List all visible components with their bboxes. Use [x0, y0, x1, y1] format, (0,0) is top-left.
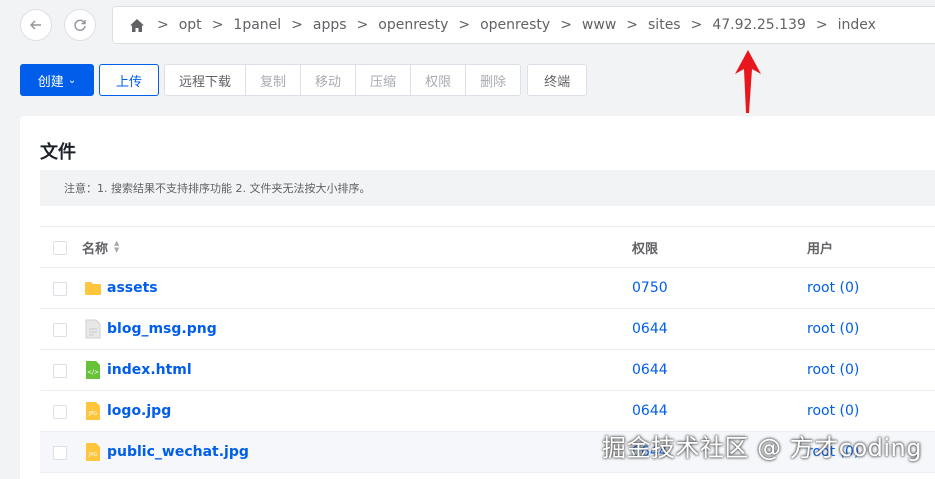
separator-icon: >: [458, 17, 471, 33]
svg-text:JPG: JPG: [88, 411, 97, 417]
breadcrumb-item-sites[interactable]: sites: [648, 17, 681, 33]
terminal-button[interactable]: 终端: [527, 64, 588, 96]
user-link[interactable]: root (0): [807, 391, 859, 431]
permission-link[interactable]: 0644: [632, 309, 668, 349]
home-icon[interactable]: [129, 18, 145, 33]
table-header: 名称 ▲ ▼ 权限 用户: [40, 226, 935, 268]
select-all-checkbox[interactable]: [53, 241, 67, 255]
permission-link[interactable]: 0644: [632, 391, 668, 431]
path-breadcrumb: > opt >1panel > apps > openresty > openresty…: [112, 6, 935, 44]
row-checkbox[interactable]: [53, 323, 67, 337]
sort-icon[interactable]: ▲ ▼: [114, 240, 119, 254]
row-checkbox[interactable]: [53, 282, 67, 296]
file-name-link[interactable]: blog_msg.png: [107, 321, 217, 337]
refresh-icon: [74, 19, 86, 31]
notice-banner: 注意：1. 搜索结果不支持排序功能 2. 文件夹无法按大小排序。: [40, 170, 935, 206]
create-button[interactable]: 创建 ⌄: [20, 64, 94, 96]
breadcrumb-item-opt[interactable]: opt: [179, 17, 202, 33]
file-name-link[interactable]: logo.jpg: [107, 403, 171, 419]
page-title: 文件: [40, 142, 76, 163]
separator-icon: >: [157, 17, 169, 33]
file-name-link[interactable]: assets: [107, 280, 158, 296]
jpg-file-icon: JPG: [84, 443, 102, 461]
jpg-file-icon: JPG: [84, 402, 102, 420]
separator-icon: >: [211, 17, 224, 33]
table-row[interactable]: </> index.html 0644 root (0): [40, 350, 935, 391]
image-file-icon: [84, 319, 102, 339]
chevron-down-icon: ⌄: [67, 74, 77, 86]
table-row[interactable]: assets 0750 root (0): [40, 268, 935, 309]
breadcrumb-item-index[interactable]: index: [838, 17, 876, 33]
back-button[interactable]: [20, 9, 52, 41]
permission-link[interactable]: 0750: [632, 268, 668, 308]
remote-download-button[interactable]: 远程下载: [164, 64, 247, 96]
html-file-icon: </>: [84, 361, 102, 379]
row-checkbox[interactable]: [53, 405, 67, 419]
breadcrumb-item-www[interactable]: www: [582, 17, 616, 33]
upload-button[interactable]: 上传: [99, 64, 159, 96]
refresh-button[interactable]: [64, 9, 96, 41]
column-user-header: 用户: [807, 241, 834, 257]
compress-button[interactable]: 压缩: [355, 64, 412, 96]
file-card: 文件 注意：1. 搜索结果不支持排序功能 2. 文件夹无法按大小排序。 名称 ▲…: [20, 116, 935, 479]
breadcrumb-item-ip[interactable]: 47.92.25.139: [712, 17, 806, 33]
table-row[interactable]: JPG logo.jpg 0644 root (0): [40, 391, 935, 432]
breadcrumb-item-openresty-2[interactable]: openresty: [480, 17, 550, 33]
file-name-link[interactable]: public_wechat.jpg: [107, 444, 249, 460]
watermark-text: 掘金技术社区 @ 方才coding: [602, 434, 922, 462]
separator-icon: >: [356, 17, 369, 33]
separator-icon: >: [690, 17, 703, 33]
annotation-arrow-icon: [735, 50, 761, 113]
svg-text:</>: </>: [87, 369, 99, 376]
separator-icon: >: [815, 17, 828, 33]
user-link[interactable]: root (0): [807, 268, 859, 308]
permission-button[interactable]: 权限: [410, 64, 467, 96]
separator-icon: >: [560, 17, 572, 33]
column-name-label: 名称: [82, 241, 109, 257]
permission-link[interactable]: 0644: [632, 350, 668, 390]
breadcrumb-item-apps[interactable]: apps: [313, 17, 347, 33]
delete-button[interactable]: 删除: [465, 64, 522, 96]
separator-icon: >: [291, 17, 303, 33]
table-row[interactable]: blog_msg.png 0644 root (0): [40, 309, 935, 350]
copy-button[interactable]: 复制: [245, 64, 302, 96]
move-button[interactable]: 移动: [300, 64, 357, 96]
separator-icon: >: [626, 17, 639, 33]
breadcrumb-item-openresty[interactable]: openresty: [378, 17, 448, 33]
svg-text:JPG: JPG: [88, 452, 97, 458]
user-link[interactable]: root (0): [807, 309, 859, 349]
folder-icon: [84, 279, 102, 297]
user-link[interactable]: root (0): [807, 350, 859, 390]
create-label: 创建: [37, 74, 64, 90]
breadcrumb-item-1panel[interactable]: 1panel: [233, 17, 281, 33]
column-name-header[interactable]: 名称 ▲ ▼: [82, 227, 119, 267]
arrow-left-icon: [30, 20, 41, 30]
action-button-group: 远程下载 复制 移动 压缩 权限 删除: [164, 64, 522, 96]
file-toolbar: 创建 ⌄ 上传 远程下载 复制 移动 压缩 权限 删除 终端: [20, 64, 588, 96]
row-checkbox[interactable]: [53, 364, 67, 378]
row-checkbox[interactable]: [53, 446, 67, 460]
column-permission-header: 权限: [632, 241, 659, 257]
file-name-link[interactable]: index.html: [107, 362, 192, 378]
